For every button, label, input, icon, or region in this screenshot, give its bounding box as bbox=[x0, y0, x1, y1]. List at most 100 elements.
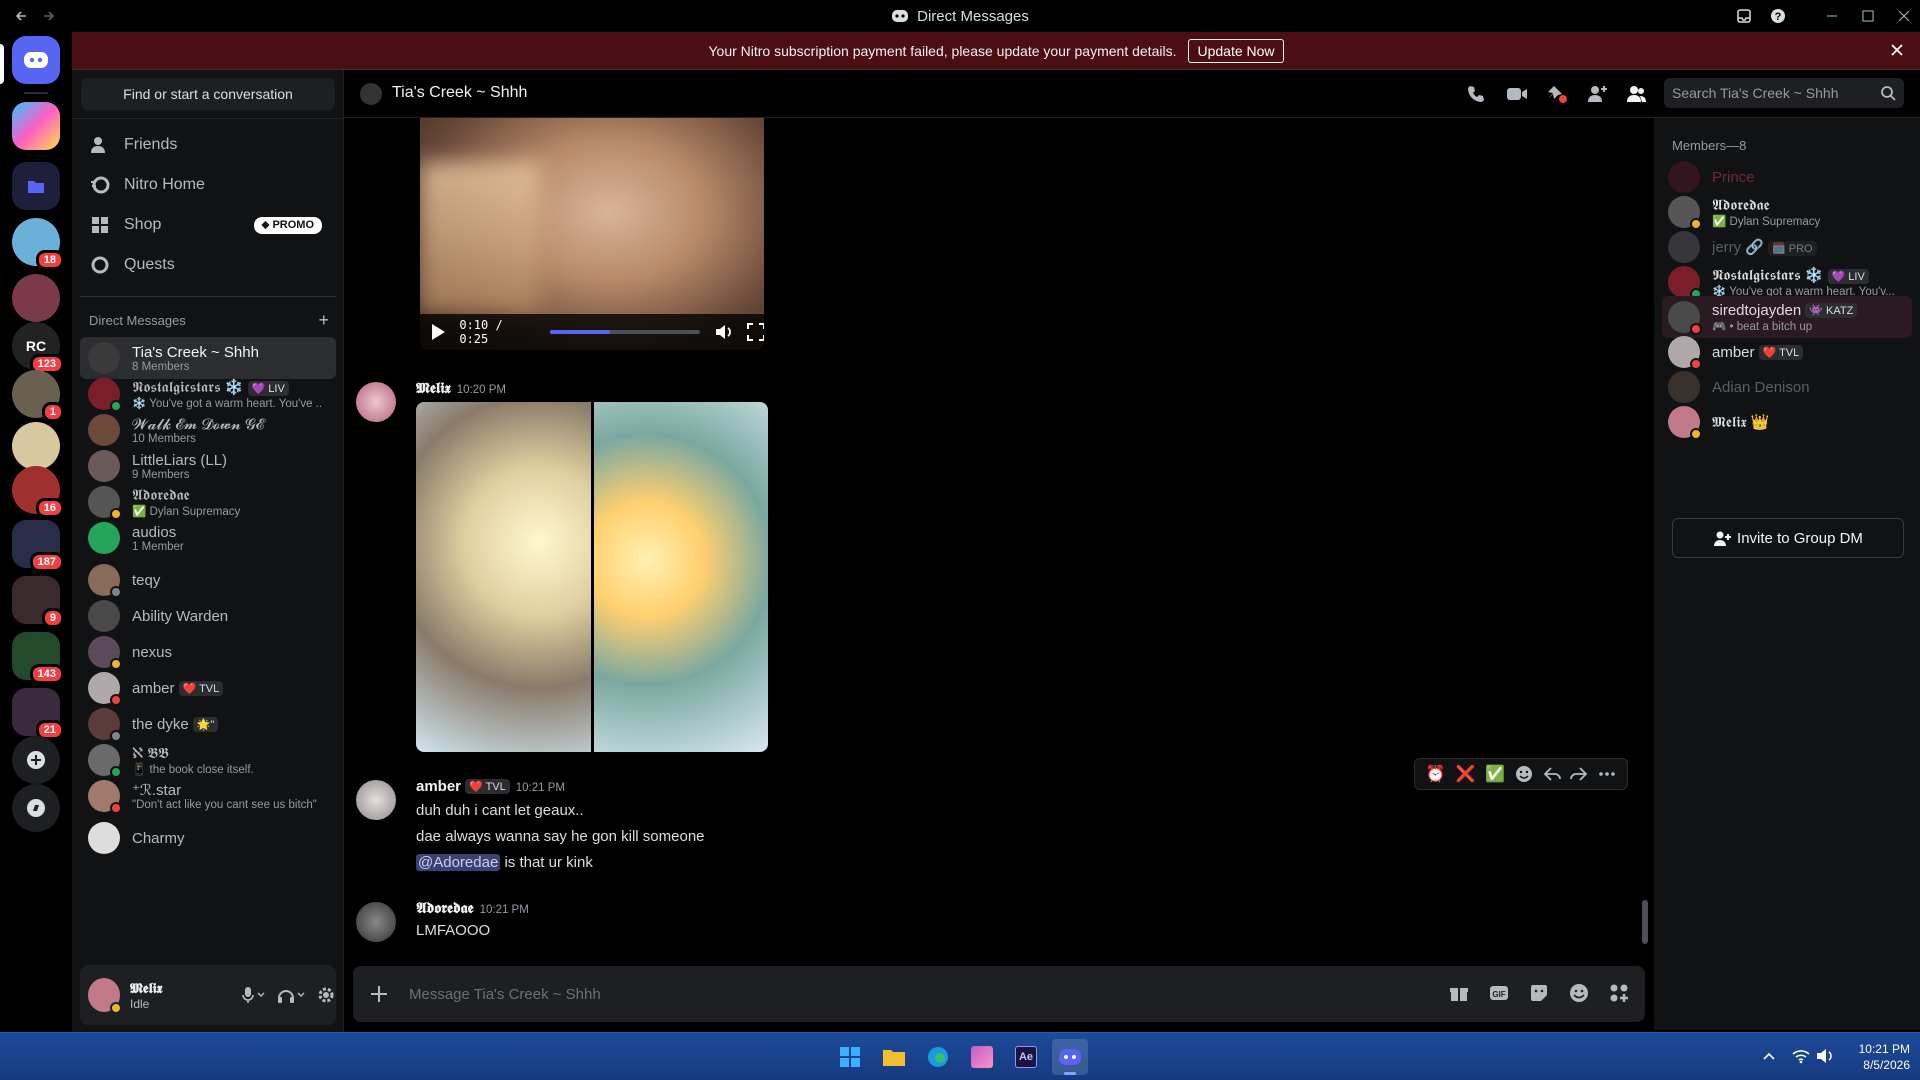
settings-gear-icon[interactable] bbox=[316, 985, 336, 1005]
microphone-icon[interactable] bbox=[240, 985, 266, 1005]
server-icon[interactable]: 16 bbox=[12, 466, 64, 518]
file-explorer-button[interactable] bbox=[876, 1039, 912, 1075]
dm-subtext: 8 Members bbox=[132, 360, 190, 373]
wifi-icon[interactable] bbox=[1792, 1048, 1810, 1064]
reaction-check-button[interactable]: ✅ bbox=[1485, 764, 1505, 784]
maximize-icon[interactable] bbox=[1860, 8, 1876, 24]
clock[interactable]: 10:21 PM 8/5/2026 bbox=[1846, 1041, 1910, 1073]
server-icon[interactable] bbox=[12, 102, 60, 150]
member-list: Members—8 Prince 𝕬𝖉𝖔𝖗𝖊𝖉𝖆𝖊 ✅ Dylan Supremac… bbox=[1654, 118, 1920, 1030]
avatar bbox=[88, 600, 120, 632]
dm-name: Tia's Creek ~ Shhh bbox=[132, 343, 259, 361]
gif-icon[interactable]: GIF bbox=[1489, 983, 1509, 1003]
inbox-icon[interactable] bbox=[1736, 8, 1752, 24]
apps-icon[interactable] bbox=[1609, 983, 1629, 1003]
voice-call-icon[interactable] bbox=[1466, 84, 1486, 104]
start-button[interactable] bbox=[832, 1039, 868, 1075]
avatar[interactable] bbox=[356, 382, 396, 422]
app-button[interactable] bbox=[964, 1039, 1000, 1075]
message-author[interactable]: 𝕸𝖊𝖑𝖎𝖝 bbox=[416, 380, 451, 397]
server-icon[interactable] bbox=[12, 422, 60, 470]
message-author[interactable]: 𝕬𝖉𝖔𝖗𝖊𝖉𝖆𝖊 bbox=[416, 900, 474, 917]
avatar bbox=[1668, 231, 1700, 263]
dm-name: Ability Warden bbox=[132, 607, 229, 625]
avatar bbox=[88, 672, 122, 706]
close-icon[interactable] bbox=[1890, 43, 1904, 57]
more-options-icon[interactable] bbox=[1598, 765, 1616, 783]
chat-scrollbar[interactable] bbox=[1642, 900, 1648, 944]
video-attachment[interactable]: 0:10 / 0:25 bbox=[420, 118, 764, 350]
add-server-button[interactable] bbox=[12, 736, 60, 784]
add-friends-to-dm-icon[interactable] bbox=[1586, 84, 1608, 104]
chat-area: 0:10 / 0:25 𝕸𝖊𝖑𝖎𝖝 10:20 PM ⏰ ❌ ✅ amber ❤️ … bbox=[344, 118, 1654, 1030]
video-call-icon[interactable] bbox=[1506, 84, 1528, 104]
discord-taskbar-button[interactable] bbox=[1052, 1039, 1088, 1075]
dm-name: amber ❤️ TVL bbox=[132, 680, 322, 697]
member-list-icon[interactable] bbox=[1626, 84, 1648, 104]
server-icon[interactable]: RC 123 bbox=[12, 322, 64, 374]
avatar[interactable] bbox=[356, 902, 396, 942]
server-icon[interactable]: 18 bbox=[12, 218, 64, 270]
clan-tag: 💜 LIV bbox=[1827, 268, 1869, 284]
create-dm-plus-icon[interactable]: + bbox=[318, 311, 329, 329]
volume-icon[interactable] bbox=[1816, 1048, 1834, 1064]
window-title: Direct Messages bbox=[0, 0, 1920, 32]
folder-icon[interactable]: 187 bbox=[12, 520, 64, 572]
edge-browser-button[interactable] bbox=[920, 1039, 956, 1075]
server-icon[interactable] bbox=[12, 274, 60, 322]
folder-icon[interactable]: 9 bbox=[12, 576, 64, 628]
reaction-alarm-button[interactable]: ⏰ bbox=[1426, 764, 1446, 784]
help-icon[interactable]: ? bbox=[1770, 8, 1786, 24]
clan-tag: 🌟" bbox=[192, 717, 219, 733]
home-button[interactable] bbox=[12, 36, 60, 84]
after-effects-button[interactable]: Ae bbox=[1008, 1039, 1044, 1075]
nav-shop[interactable]: Shop ⬥ PROMO bbox=[80, 205, 336, 245]
nav-friends[interactable]: Friends bbox=[80, 125, 336, 165]
pinned-messages-icon[interactable] bbox=[1546, 84, 1568, 104]
avatar[interactable] bbox=[88, 978, 122, 1014]
message-composer[interactable]: Message Tia's Creek ~ Shhh GIF bbox=[353, 966, 1645, 1022]
nav-label: Friends bbox=[124, 136, 178, 153]
discord-logo-icon bbox=[24, 52, 48, 68]
volume-icon[interactable] bbox=[714, 323, 733, 341]
dm-item[interactable]: ⁺ℛ.star "Don't act like you cant see us b… bbox=[80, 775, 336, 817]
user-mention[interactable]: @Adoredae bbox=[416, 854, 501, 871]
message-timestamp: 10:21 PM bbox=[479, 904, 529, 916]
find-conversation-button[interactable]: Find or start a conversation bbox=[81, 78, 335, 110]
image-attachment[interactable] bbox=[416, 402, 768, 752]
folder-icon[interactable]: 143 bbox=[12, 632, 64, 684]
video-progress-bar[interactable] bbox=[549, 330, 700, 334]
gift-icon[interactable] bbox=[1449, 983, 1469, 1003]
forward-icon[interactable] bbox=[1570, 765, 1588, 783]
dm-item[interactable]: Charmy bbox=[80, 817, 336, 859]
update-now-button[interactable]: Update Now bbox=[1188, 38, 1284, 63]
nav-quests[interactable]: Quests bbox=[80, 245, 336, 285]
fullscreen-icon[interactable] bbox=[746, 323, 764, 341]
avatar bbox=[88, 486, 122, 520]
avatar bbox=[1668, 371, 1700, 403]
reaction-x-button[interactable]: ❌ bbox=[1456, 764, 1476, 784]
nav-nitro-home[interactable]: Nitro Home bbox=[80, 165, 336, 205]
folder-icon[interactable]: 21 bbox=[12, 688, 64, 740]
clan-tag: ❤️ TVL bbox=[178, 681, 224, 697]
close-icon[interactable] bbox=[1896, 8, 1912, 24]
folder-icon[interactable] bbox=[12, 162, 60, 210]
discover-button[interactable] bbox=[12, 784, 60, 832]
dm-item[interactable]: audios 1 Member bbox=[80, 517, 336, 559]
add-reaction-icon[interactable] bbox=[1515, 765, 1533, 783]
search-input[interactable]: Search Tia's Creek ~ Shhh bbox=[1664, 78, 1904, 108]
server-icon[interactable]: 1 bbox=[12, 370, 64, 422]
sticker-icon[interactable] bbox=[1529, 983, 1549, 1003]
headphones-icon[interactable] bbox=[276, 985, 306, 1005]
minimize-icon[interactable] bbox=[1824, 8, 1840, 24]
unread-badge: 1 bbox=[41, 402, 64, 422]
emoji-icon[interactable] bbox=[1569, 983, 1589, 1003]
reply-icon[interactable] bbox=[1543, 765, 1561, 783]
member-item[interactable]: 𝕸𝖊𝖑𝖎𝖝 👑 bbox=[1662, 401, 1912, 443]
chevron-up-icon[interactable] bbox=[1762, 1049, 1776, 1063]
avatar[interactable] bbox=[356, 780, 396, 820]
attach-plus-icon[interactable] bbox=[369, 984, 389, 1004]
invite-to-group-dm-button[interactable]: Invite to Group DM bbox=[1672, 518, 1904, 558]
message-author[interactable]: amber bbox=[416, 778, 461, 795]
play-icon[interactable] bbox=[430, 323, 445, 341]
